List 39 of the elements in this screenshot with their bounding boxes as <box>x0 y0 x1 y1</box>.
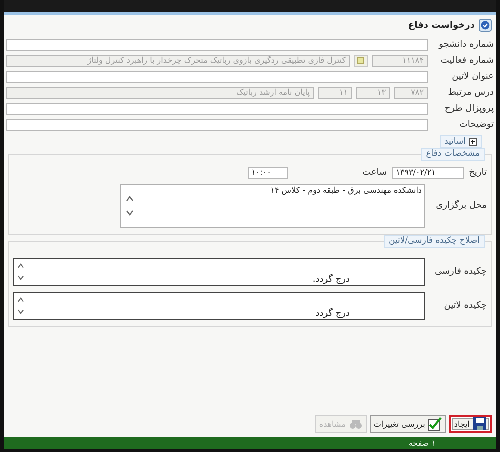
field-label: چکیده لاتین <box>443 301 487 311</box>
time-field[interactable]: ۱۰:۰۰ <box>248 167 288 179</box>
group-title: اساتید <box>444 136 466 146</box>
field-label: تاریخ <box>469 168 487 178</box>
input-field[interactable] <box>6 103 428 115</box>
scroll-arrows-icon <box>16 261 26 283</box>
binoculars-icon <box>348 417 363 431</box>
field-label: محل برگزاری <box>435 201 487 211</box>
field-label: ساعت <box>362 168 388 178</box>
area-text: دانشکده مهندسی برق - طبقه دوم - کلاس ۱۴ <box>270 186 422 197</box>
window-title: درخواست دفاع <box>408 20 475 30</box>
group-title: مشخصات دفاع <box>421 148 485 161</box>
area-text: درج گردد <box>316 309 351 319</box>
date-field[interactable]: ۱۳۹۳/۰۲/۲۱ <box>392 167 464 179</box>
lookup-button[interactable] <box>354 55 368 67</box>
input-field[interactable] <box>6 39 428 51</box>
area-text: درج گردد. <box>312 275 351 285</box>
scroll-arrows-icon <box>16 295 26 317</box>
toolbar-button[interactable]: ایجاد <box>449 415 492 433</box>
group-toggle[interactable]: اساتید <box>440 135 482 148</box>
input-field[interactable] <box>6 71 428 83</box>
field-label: درس مرتبط <box>447 88 494 98</box>
text-area[interactable]: درج گردد. <box>13 258 425 286</box>
field-label: چکیده فارسی <box>434 267 487 277</box>
text-area[interactable]: درج گردد <box>13 292 425 320</box>
field-label: پروپزال طرح <box>444 104 494 114</box>
check-icon <box>479 19 492 32</box>
toolbar-button[interactable]: بررسی تغییرات <box>370 415 446 433</box>
plus-icon <box>469 138 477 146</box>
input-field[interactable] <box>6 119 428 131</box>
field-label: عنوان لاتین <box>451 72 494 82</box>
text-area[interactable]: دانشکده مهندسی برق - طبقه دوم - کلاس ۱۴ <box>120 184 425 228</box>
checkmark-icon <box>428 417 442 431</box>
square-icon <box>357 57 365 65</box>
field-label: شماره فعالیت <box>440 56 494 66</box>
field-label: شماره دانشجو <box>438 40 494 50</box>
field-label: توضیحات <box>458 120 494 130</box>
group-title: اصلاح چکیده فارسی/لاتین <box>384 235 485 248</box>
page-count: ۱ صفحه <box>408 438 436 448</box>
